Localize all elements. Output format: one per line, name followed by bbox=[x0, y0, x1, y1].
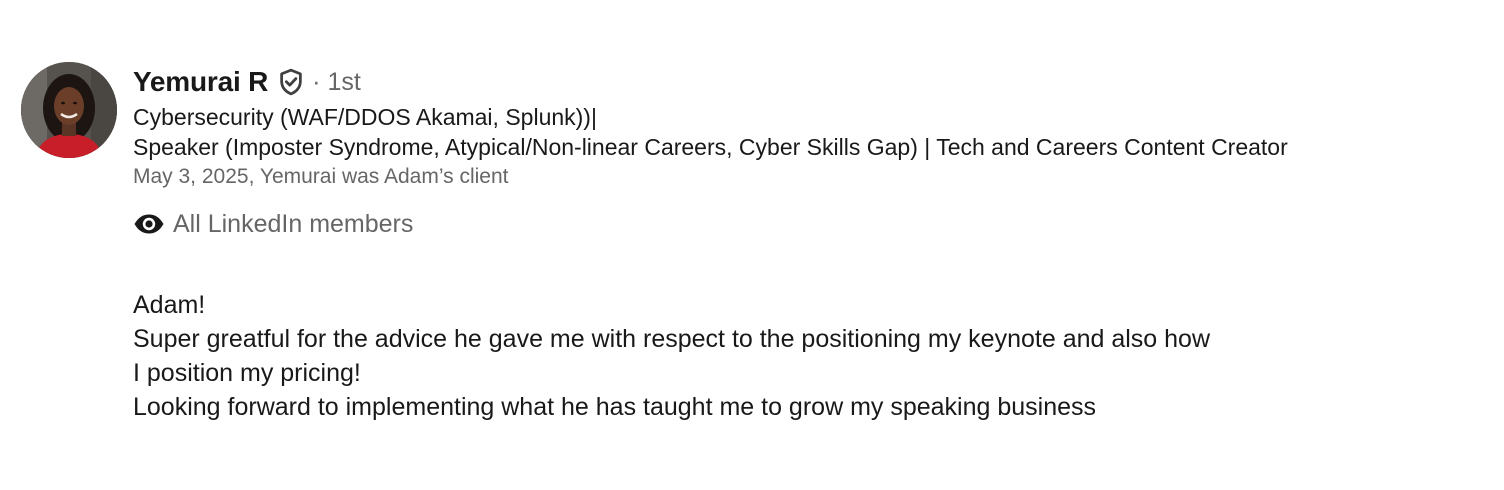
recommendation-text-line: Looking forward to implementing what he … bbox=[133, 393, 1097, 421]
recommendation-text: Adam! Super greatful for the advice he g… bbox=[133, 288, 1433, 424]
profile-photo bbox=[21, 62, 117, 158]
shield-check-icon[interactable] bbox=[276, 67, 306, 97]
avatar[interactable] bbox=[21, 62, 117, 158]
author-info: Yemurai R · 1st Cybersecurity (WAF/DDOS … bbox=[133, 62, 1473, 240]
recommendation-text-line: Super greatful for the advice he gave me… bbox=[133, 325, 1211, 353]
eye-icon bbox=[133, 213, 165, 235]
author-headline-line2: Speaker (Imposter Syndrome, Atypical/Non… bbox=[133, 134, 1288, 160]
recommendation-card: Yemurai R · 1st Cybersecurity (WAF/DDOS … bbox=[0, 0, 1504, 490]
recommendation-text-line: I position my pricing! bbox=[133, 359, 361, 387]
author-name[interactable]: Yemurai R bbox=[133, 66, 268, 98]
recommendation-meta: May 3, 2025, Yemurai was Adam’s client bbox=[133, 165, 509, 188]
visibility-label: All LinkedIn members bbox=[173, 209, 414, 238]
author-headline-line1: Cybersecurity (WAF/DDOS Akamai, Splunk))… bbox=[133, 104, 597, 130]
author-name-row: Yemurai R · 1st bbox=[133, 62, 1473, 102]
connection-degree: · 1st bbox=[312, 67, 361, 96]
visibility-row: All LinkedIn members bbox=[133, 208, 1473, 240]
recommendation-text-line: Adam! bbox=[133, 291, 206, 319]
